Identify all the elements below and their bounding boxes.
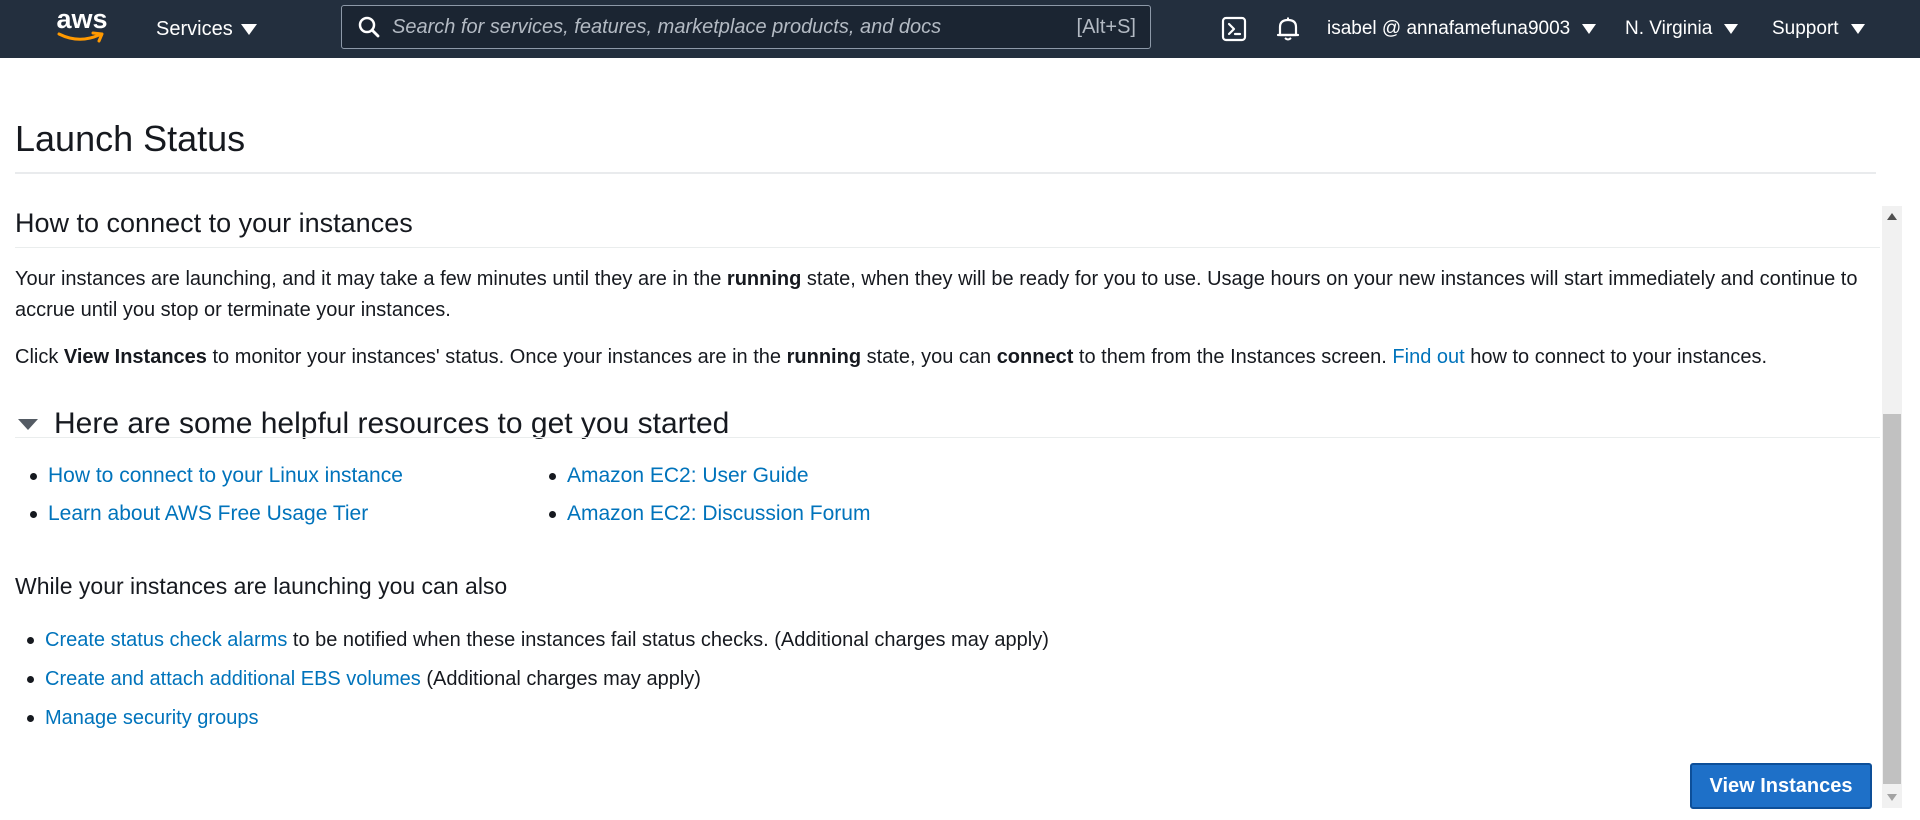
- list-item: How to connect to your Linux instance: [15, 463, 403, 501]
- resources-heading: Here are some helpful resources to get y…: [54, 407, 730, 440]
- chevron-down-icon: [240, 23, 257, 35]
- region-selector[interactable]: N. Virginia: [1625, 0, 1739, 58]
- account-label: isabel @ annafamefuna9003: [1327, 18, 1571, 39]
- also-actions-list: Create status check alarms to be notifie…: [15, 627, 1049, 744]
- search-shortcut-hint: [Alt+S]: [1076, 15, 1136, 38]
- account-menu-button[interactable]: isabel @ annafamefuna9003: [1327, 0, 1597, 58]
- resources-list-left: How to connect to your Linux instance Le…: [15, 463, 403, 539]
- chevron-down-icon: [1724, 24, 1739, 34]
- search-icon: [358, 16, 380, 38]
- chevron-down-icon: [1582, 24, 1597, 34]
- content-scrollbar[interactable]: [1882, 206, 1902, 808]
- resources-list-right: Amazon EC2: User Guide Amazon EC2: Discu…: [534, 463, 870, 539]
- aws-smile-icon: [57, 31, 104, 42]
- section-divider: [15, 437, 1880, 438]
- launching-info-text: Your instances are launching, and it may…: [15, 268, 1858, 321]
- security-groups-link[interactable]: Manage security groups: [45, 707, 258, 729]
- status-check-alarms-link[interactable]: Create status check alarms: [45, 629, 287, 651]
- bell-icon: [1276, 17, 1300, 41]
- chevron-down-icon: [1850, 24, 1865, 34]
- list-item: Create status check alarms to be notifie…: [15, 627, 1049, 666]
- search-input[interactable]: [392, 15, 1077, 39]
- list-item: Learn about AWS Free Usage Tier: [15, 501, 403, 539]
- title-divider: [15, 172, 1876, 174]
- view-instances-button[interactable]: View Instances: [1690, 763, 1872, 809]
- ebs-volumes-link[interactable]: Create and attach additional EBS volumes: [45, 668, 421, 690]
- notifications-button[interactable]: [1276, 0, 1300, 58]
- cloudshell-icon: [1221, 16, 1247, 42]
- linux-connect-link[interactable]: How to connect to your Linux instance: [48, 464, 403, 487]
- list-item: Manage security groups: [15, 705, 1049, 744]
- region-label: N. Virginia: [1625, 18, 1713, 39]
- list-item: Create and attach additional EBS volumes…: [15, 666, 1049, 705]
- scrollbar-thumb[interactable]: [1883, 414, 1901, 784]
- list-item: Amazon EC2: Discussion Forum: [534, 501, 870, 539]
- free-tier-link[interactable]: Learn about AWS Free Usage Tier: [48, 502, 368, 525]
- scroll-down-arrow-icon[interactable]: [1887, 794, 1897, 801]
- search-box[interactable]: [Alt+S]: [341, 5, 1151, 49]
- list-item: Amazon EC2: User Guide: [534, 463, 870, 501]
- also-section-heading: While your instances are launching you c…: [15, 573, 508, 599]
- top-navigation-bar: aws Services [Alt+S] isabe: [0, 0, 1920, 58]
- aws-logo-text: aws: [56, 3, 108, 34]
- support-menu-button[interactable]: Support: [1772, 0, 1865, 58]
- discussion-forum-link[interactable]: Amazon EC2: Discussion Forum: [567, 502, 870, 525]
- connect-section-heading: How to connect to your instances: [15, 208, 413, 238]
- caret-down-icon: [18, 418, 38, 430]
- page-title: Launch Status: [15, 118, 246, 159]
- cloudshell-button[interactable]: [1221, 0, 1247, 58]
- find-out-link[interactable]: Find out: [1392, 346, 1464, 368]
- scroll-up-arrow-icon[interactable]: [1887, 213, 1897, 220]
- view-instances-info-text: Click View Instances to monitor your ins…: [15, 346, 1768, 368]
- aws-logo[interactable]: aws: [52, 0, 112, 58]
- support-label: Support: [1772, 18, 1839, 39]
- user-guide-link[interactable]: Amazon EC2: User Guide: [567, 464, 809, 487]
- services-label: Services: [156, 17, 233, 40]
- section-divider: [15, 247, 1880, 248]
- services-menu-button[interactable]: Services: [156, 0, 257, 58]
- resources-expander[interactable]: Here are some helpful resources to get y…: [18, 407, 729, 441]
